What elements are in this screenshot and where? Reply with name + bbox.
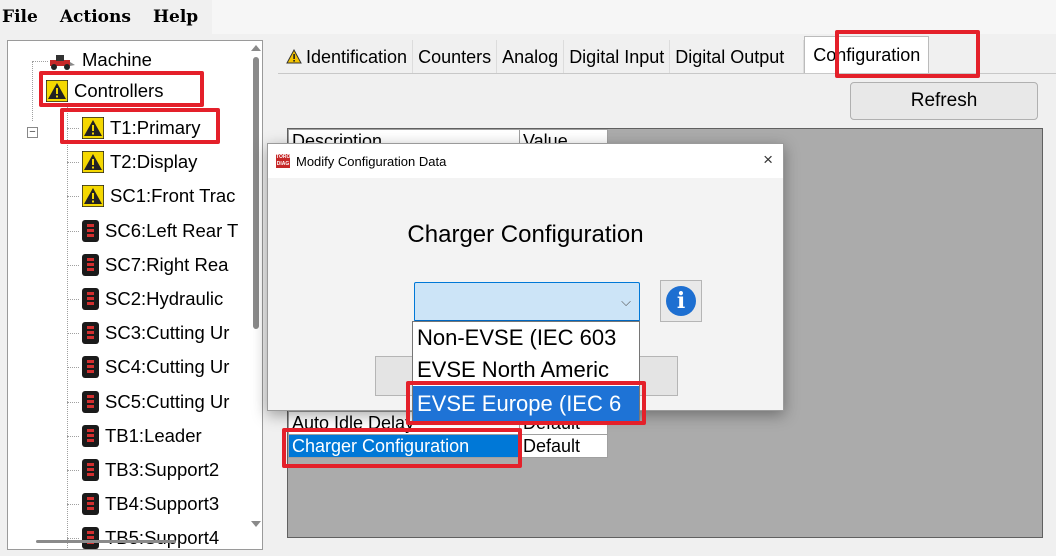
tree-node-label: TB5:Support4 [105,527,220,549]
tree-node-controllers[interactable]: Controllers [46,76,163,106]
menu-help[interactable]: Help [153,7,198,27]
charger-config-options: Non-EVSE (IEC 603 EVSE North Americ EVSE… [412,321,640,422]
tab-digital-output[interactable]: Digital Output [670,40,805,74]
scroll-thumb[interactable] [253,57,259,329]
tree-node-label: Controllers [74,80,164,101]
tree-node-controller[interactable]: TB1:Leader [82,421,202,451]
controller-tree: Machine − Controllers T1:Primary T2:Displ… [7,40,263,550]
warning-icon [82,185,104,208]
dialog-heading: Charger Configuration [407,221,644,248]
controller-icon [82,219,99,242]
tree-node-label: SC2:Hydraulic [105,288,224,309]
tree-node-label: SC6:Left Rear T [105,219,239,241]
option-evse-europe[interactable]: EVSE Europe (IEC 6 [413,386,639,421]
tree-node-label: SC4:Cutting Ur [105,356,230,378]
menu-bar: File Actions Help [0,0,1056,34]
tree-node-label: SC3:Cutting Ur [105,322,230,344]
tree-node-controller[interactable]: T2:Display [82,147,197,177]
grid-cell-value[interactable]: Default [519,434,608,458]
dialog-title: Modify Configuration Data [296,153,447,169]
warning-icon [82,117,104,139]
controller-icon [82,322,99,345]
tree-node-label: SC7:Right Rea [105,253,229,275]
scroll-down-icon[interactable] [251,521,261,527]
controller-icon [82,253,99,276]
option-non-evse[interactable]: Non-EVSE (IEC 603 [413,322,639,354]
tab-counters[interactable]: Counters [413,40,498,74]
controller-icon [82,493,99,516]
tree-node-controller[interactable]: SC5:Cutting Ur [82,387,229,417]
charger-config-select[interactable]: ⌵ [414,282,640,322]
refresh-button[interactable]: Refresh [850,82,1038,120]
collapse-toggle[interactable]: − [27,127,38,138]
menu-actions[interactable]: Actions [60,7,131,27]
dialog-titlebar: TORO DIAG Modify Configuration Data × [268,144,783,178]
controller-icon [82,356,99,379]
warning-icon [82,151,104,174]
controller-icon [82,459,99,481]
tree-node-label: TB1:Leader [105,424,202,446]
controller-icon [82,288,99,310]
tree-node-machine[interactable]: Machine [48,45,152,75]
controller-icon [82,527,99,549]
machine-icon [50,55,75,70]
tree-node-controller[interactable]: TB4:Support3 [82,489,219,519]
controller-icon [82,390,99,413]
tab-strip: Identification Counters Analog Digital I… [281,36,930,74]
tree-node-controller[interactable]: SC1:Front Trac [82,181,235,211]
warning-icon [46,80,68,102]
grid-cell-description[interactable]: Charger Configuration [288,434,520,458]
toro-logo-icon: TORO DIAG [276,154,291,168]
tree-node-controller[interactable]: SC2:Hydraulic [82,284,223,314]
tree-node-label: TB4:Support3 [105,493,220,515]
info-button[interactable]: i [660,280,702,322]
option-evse-north-america[interactable]: EVSE North Americ [413,354,639,386]
chevron-down-icon[interactable]: ⌵ [621,294,631,310]
tab-configuration[interactable]: Configuration [804,36,930,74]
tree-node-label: T2:Display [110,151,198,173]
tree-node-controller[interactable]: SC4:Cutting Ur [82,352,229,382]
tab-identification[interactable]: Identification [281,40,414,74]
close-icon[interactable]: × [763,150,773,170]
tree-node-controller[interactable]: TB3:Support2 [82,455,219,485]
controller-icon [82,424,99,447]
horizontal-scroll-thumb[interactable] [36,540,176,543]
tree-node-label: T1:Primary [110,117,201,138]
tree-node-label: Machine [82,49,152,70]
tree-node-label: SC5:Cutting Ur [105,390,230,412]
tab-label: Identification [306,46,408,67]
tree-node-controller[interactable]: SC6:Left Rear T [82,216,238,246]
tab-digital-input[interactable]: Digital Input [564,40,671,74]
menu-file[interactable]: File [2,7,38,27]
tree-node-controller[interactable]: TB5:Support4 [82,523,220,549]
info-icon: i [666,286,696,316]
warning-icon [286,49,302,64]
tree-node-controller[interactable]: SC3:Cutting Ur [82,318,229,348]
tree-node-label: TB3:Support2 [105,459,220,480]
tree-node-controller[interactable]: SC7:Right Rea [82,250,228,280]
tree-node-controller[interactable]: T1:Primary [82,113,200,143]
tree-scrollbar[interactable] [248,41,262,549]
scroll-up-icon[interactable] [251,45,261,51]
tab-analog[interactable]: Analog [497,40,565,74]
tree-node-label: SC1:Front Trac [110,185,236,207]
